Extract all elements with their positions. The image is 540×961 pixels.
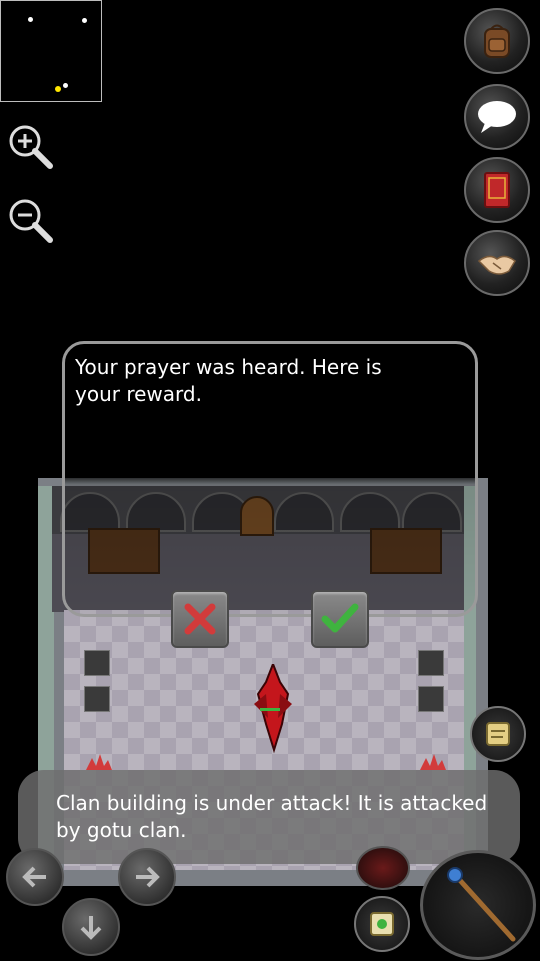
skill-button[interactable] (356, 846, 410, 890)
weapon-slot[interactable] (420, 850, 536, 960)
arrow-down-icon (80, 916, 102, 940)
zoom-in-icon (9, 125, 53, 169)
map-scroll-button[interactable] (470, 706, 526, 762)
scroll-icon (486, 722, 510, 746)
backpack-icon (484, 24, 510, 58)
dialog-message: Your prayer was heard. Here is your rewa… (75, 355, 382, 406)
toast-message: Clan building is under attack! It is att… (56, 791, 488, 842)
map-marker (82, 18, 87, 23)
staff-icon (447, 867, 516, 942)
arrow-left-icon (22, 866, 46, 888)
spell-scroll-button[interactable] (354, 896, 410, 952)
move-down-button[interactable] (62, 898, 120, 956)
crystal (420, 754, 446, 770)
sign-item[interactable] (84, 650, 110, 676)
handshake-icon (477, 255, 516, 275)
player-marker (55, 86, 61, 92)
move-right-button[interactable] (118, 848, 176, 906)
trade-button[interactable] (464, 230, 530, 296)
speech-bubble-icon (478, 101, 516, 133)
player-character[interactable] (248, 664, 298, 754)
map-marker (28, 17, 33, 22)
inventory-button[interactable] (464, 8, 530, 74)
sign-item[interactable] (418, 650, 444, 676)
sign-item[interactable] (418, 686, 444, 712)
quest-book-button[interactable] (464, 157, 530, 223)
notification-toast: Clan building is under attack! It is att… (18, 770, 520, 864)
crystal (86, 754, 112, 770)
spell-scroll-icon (370, 912, 394, 936)
reward-dialog: Your prayer was heard. Here is your rewa… (62, 341, 478, 648)
confirm-button[interactable] (311, 590, 369, 648)
map-marker (63, 83, 68, 88)
zoom-out-button[interactable] (6, 196, 54, 244)
move-left-button[interactable] (6, 848, 64, 906)
checkmark-icon (321, 603, 359, 633)
cancel-button[interactable] (171, 590, 229, 648)
arrow-right-icon (136, 866, 160, 888)
minimap[interactable] (0, 0, 102, 102)
zoom-out-icon (9, 199, 53, 243)
chat-button[interactable] (464, 84, 530, 150)
close-icon (184, 603, 216, 635)
zoom-in-button[interactable] (6, 122, 54, 170)
red-book-icon (484, 172, 510, 208)
sign-item[interactable] (84, 686, 110, 712)
